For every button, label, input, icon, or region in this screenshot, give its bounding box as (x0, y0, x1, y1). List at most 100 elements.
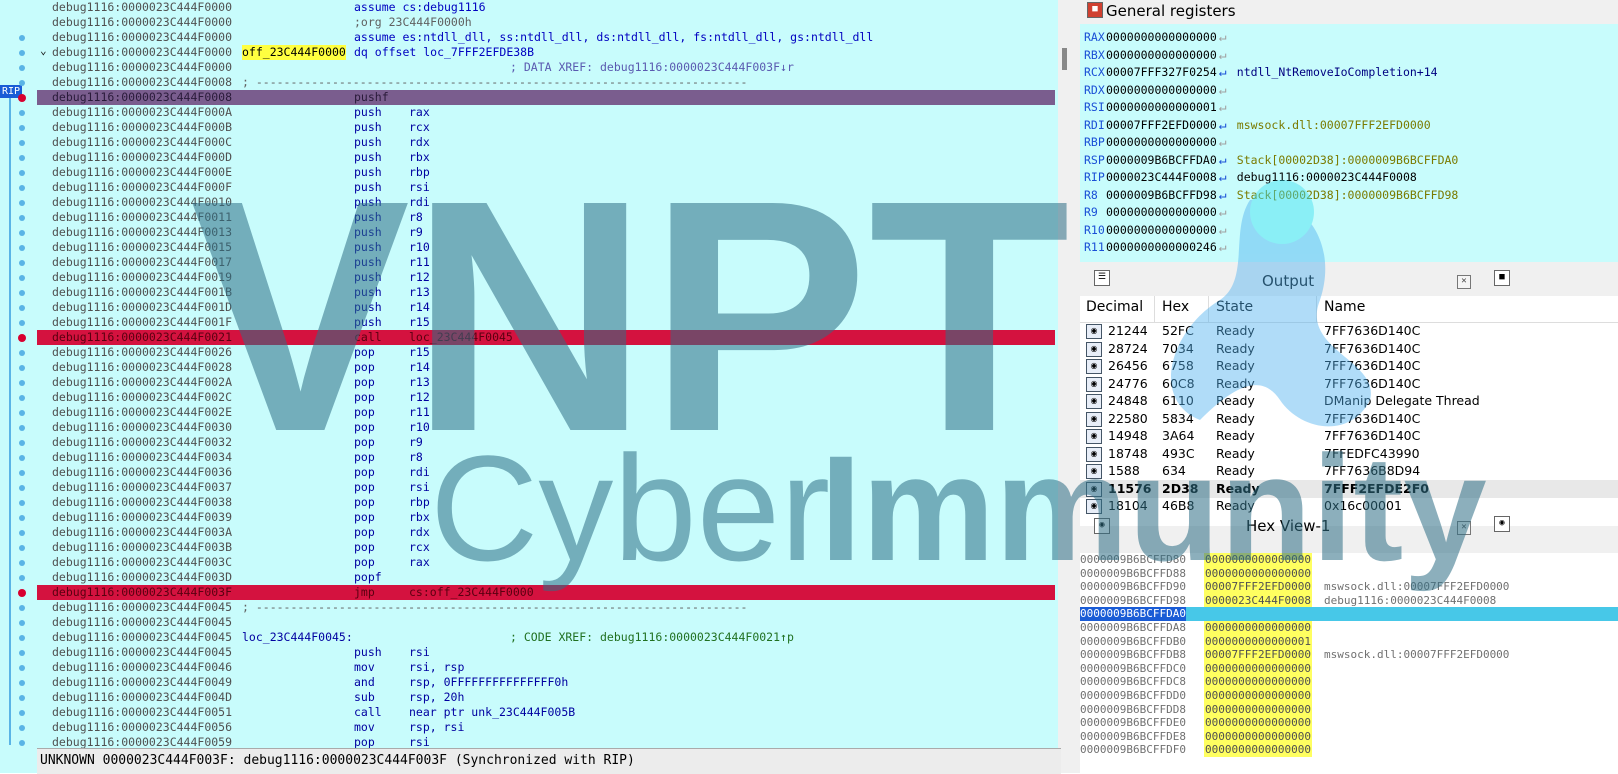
hex-row[interactable]: 0000009B6BCFFDF0 0000000000000000 (1080, 743, 1618, 758)
disasm-line[interactable]: debug1116:0000023C444F0000 assume es:ntdl… (37, 30, 1055, 45)
line-dot-icon[interactable] (19, 530, 25, 536)
disasm-line[interactable]: debug1116:0000023C444F0010 push rdi (37, 195, 1055, 210)
register-row[interactable]: R9 0000000000000000 ↵ (1084, 203, 1235, 221)
line-dot-icon[interactable] (19, 110, 25, 116)
disasm-line[interactable]: debug1116:0000023C444F0045 ; ------------… (37, 600, 1055, 615)
disasm-line[interactable]: debug1116:0000023C444F003B pop rcx (37, 540, 1055, 555)
line-dot-icon[interactable] (19, 665, 25, 671)
col-decimal[interactable]: Decimal (1086, 299, 1143, 315)
disasm-line[interactable]: debug1116:0000023C444F0045 push rsi (37, 645, 1055, 660)
line-dot-icon[interactable] (19, 215, 25, 221)
register-row[interactable]: RSP0000009B6BCFFDA0 ↵ Stack[00002D38]:0000… (1084, 151, 1458, 169)
register-value[interactable]: 0000000000000246 (1106, 240, 1217, 254)
hexview-close-icon[interactable]: ✕ (1457, 521, 1471, 535)
hex-value[interactable]: 0000000000000001 (1204, 634, 1312, 649)
disasm-line[interactable]: debug1116:0000023C444F0008 ; ------------… (37, 75, 1055, 90)
disasm-line[interactable]: debug1116:0000023C444F002E pop r11 (37, 405, 1055, 420)
register-row[interactable]: RSI0000000000000001 ↵ (1084, 98, 1235, 116)
hex-value[interactable]: 0000000000000000 (1204, 716, 1312, 731)
disasm-line[interactable]: debug1116:0000023C444F0013 push r9 (37, 225, 1055, 240)
line-dot-icon[interactable] (19, 545, 25, 551)
hex-row[interactable]: 0000009B6BCFFDA0 (1080, 607, 1618, 622)
disasm-line[interactable]: debug1116:0000023C444F000C push rdx (37, 135, 1055, 150)
col-state[interactable]: State (1216, 299, 1253, 315)
line-dot-icon[interactable] (19, 560, 25, 566)
line-dot-icon[interactable] (19, 395, 25, 401)
line-dot-icon[interactable] (19, 515, 25, 521)
disasm-line[interactable]: debug1116:0000023C444F003C pop rax (37, 555, 1055, 570)
register-row[interactable]: RCX00007FFF327F0254 ↵ ntdll_NtRemoveIoComp… (1084, 63, 1438, 81)
thread-row[interactable]: ◉ 1588 634 Ready 7FF7636B8D94 (1080, 462, 1618, 480)
hex-value[interactable]: 0000000000000000 (1204, 675, 1312, 690)
line-dot-icon[interactable] (19, 380, 25, 386)
line-dot-icon[interactable] (19, 605, 25, 611)
thread-row[interactable]: ◉ 18104 46B8 Ready 0x16c00001 (1080, 497, 1618, 515)
register-row[interactable]: R110000000000000246 ↵ (1084, 238, 1235, 256)
line-dot-icon[interactable] (19, 725, 25, 731)
disasm-line[interactable]: debug1116:0000023C444F002A pop r13 (37, 375, 1055, 390)
scrollbar-thumb[interactable] (1062, 48, 1067, 70)
disasm-line[interactable]: debug1116:0000023C444F0039 pop rbx (37, 510, 1055, 525)
register-value[interactable]: 00007FFF2EFD0000 (1106, 118, 1217, 132)
thread-row[interactable]: ◉ 26456 6758 Ready 7FF7636D140C (1080, 357, 1618, 375)
jump-arrow-icon[interactable]: ↵ (1219, 239, 1235, 257)
disassembly-view[interactable]: RIP ⌄ debug1116:0000023C444F0000 assume c… (0, 0, 1058, 773)
hex-row[interactable]: 0000009B6BCFFD90 00007FFF2EFD0000 mswsock.… (1080, 580, 1618, 595)
disasm-line[interactable]: debug1116:0000023C444F0028 pop r14 (37, 360, 1055, 375)
disasm-line[interactable]: debug1116:0000023C444F0034 pop r8 (37, 450, 1055, 465)
disasm-line[interactable]: debug1116:0000023C444F0000 assume cs:debu… (37, 0, 1055, 15)
line-dot-icon[interactable] (19, 425, 25, 431)
disasm-line[interactable]: debug1116:0000023C444F000A push rax (37, 105, 1055, 120)
breakpoint-icon[interactable] (18, 94, 26, 102)
breakpoint-gutter[interactable]: RIP (0, 0, 36, 773)
jump-arrow-icon[interactable]: ↵ (1219, 204, 1235, 222)
line-dot-icon[interactable] (19, 125, 25, 131)
hex-value[interactable]: 0000000000000000 (1204, 553, 1312, 567)
hex-row[interactable]: 0000009B6BCFFDB0 0000000000000001 (1080, 634, 1618, 649)
hex-value[interactable]: 00007FFF2EFD0000 (1204, 648, 1312, 663)
disasm-line[interactable]: debug1116:0000023C444F0049 and rsp, 0FFFFF… (37, 675, 1055, 690)
jump-arrow-icon[interactable]: ↵ (1219, 82, 1235, 100)
thread-row[interactable]: ◉ 22580 5834 Ready 7FF7636D140C (1080, 410, 1618, 428)
disasm-line[interactable]: debug1116:0000023C444F0000 off_23C444F000… (37, 45, 1055, 60)
disasm-line[interactable]: debug1116:0000023C444F000F push rsi (37, 180, 1055, 195)
hex-value[interactable]: 0000000000000000 (1204, 689, 1312, 703)
disasm-line[interactable]: debug1116:0000023C444F0011 push r8 (37, 210, 1055, 225)
disasm-line[interactable]: debug1116:0000023C444F0045 (37, 615, 1055, 630)
register-value[interactable]: 0000023C444F0008 (1106, 170, 1217, 184)
disasm-line[interactable]: debug1116:0000023C444F001D push r14 (37, 300, 1055, 315)
thread-row[interactable]: ◉ 28724 7034 Ready 7FF7636D140C (1080, 340, 1618, 358)
hex-value[interactable]: 0000000000000000 (1204, 661, 1312, 676)
register-row[interactable]: R100000000000000000 ↵ (1084, 221, 1235, 239)
line-dot-icon[interactable] (19, 260, 25, 266)
line-dot-icon[interactable] (19, 50, 25, 56)
disasm-line[interactable]: debug1116:0000023C444F002C pop r12 (37, 390, 1055, 405)
register-row[interactable]: RBX0000000000000000 ↵ (1084, 46, 1235, 64)
jump-arrow-icon[interactable]: ↵ (1219, 64, 1235, 82)
line-dot-icon[interactable] (19, 635, 25, 641)
line-dot-icon[interactable] (19, 320, 25, 326)
line-dot-icon[interactable] (19, 440, 25, 446)
register-value[interactable]: 0000000000000000 (1106, 223, 1217, 237)
hex-row[interactable]: 0000009B6BCFFDE0 0000000000000000 (1080, 716, 1618, 731)
hex-value[interactable]: 0000000000000000 (1204, 566, 1312, 581)
disasm-line[interactable]: debug1116:0000023C444F0026 pop r15 (37, 345, 1055, 360)
disasm-line[interactable]: debug1116:0000023C444F0021 call loc_23C444… (37, 330, 1055, 345)
hex-row[interactable]: 0000009B6BCFFDC0 0000000000000000 (1080, 661, 1618, 676)
breakpoint-icon[interactable] (18, 334, 26, 342)
line-dot-icon[interactable] (19, 35, 25, 41)
disasm-line[interactable]: debug1116:0000023C444F0017 push r11 (37, 255, 1055, 270)
hex-row[interactable]: 0000009B6BCFFDE8 0000000000000000 (1080, 729, 1618, 744)
jump-arrow-icon[interactable]: ↵ (1219, 187, 1235, 205)
line-dot-icon[interactable] (19, 650, 25, 656)
line-dot-icon[interactable] (19, 155, 25, 161)
col-name[interactable]: Name (1324, 299, 1365, 315)
line-dot-icon[interactable] (19, 200, 25, 206)
hexview-tab-icon[interactable]: ◉ (1494, 516, 1510, 532)
line-dot-icon[interactable] (19, 290, 25, 296)
register-row[interactable]: RIP0000023C444F0008 ↵ debug1116:0000023C44… (1084, 168, 1417, 186)
disasm-line[interactable]: debug1116:0000023C444F003D popf (37, 570, 1055, 585)
hex-view[interactable]: 0000009B6BCFFD80 0000000000000000 0000009B… (1080, 553, 1618, 773)
disasm-line[interactable]: debug1116:0000023C444F003F jmp cs:off_23C4… (37, 585, 1055, 600)
hex-row[interactable]: 0000009B6BCFFDD0 0000000000000000 (1080, 689, 1618, 703)
